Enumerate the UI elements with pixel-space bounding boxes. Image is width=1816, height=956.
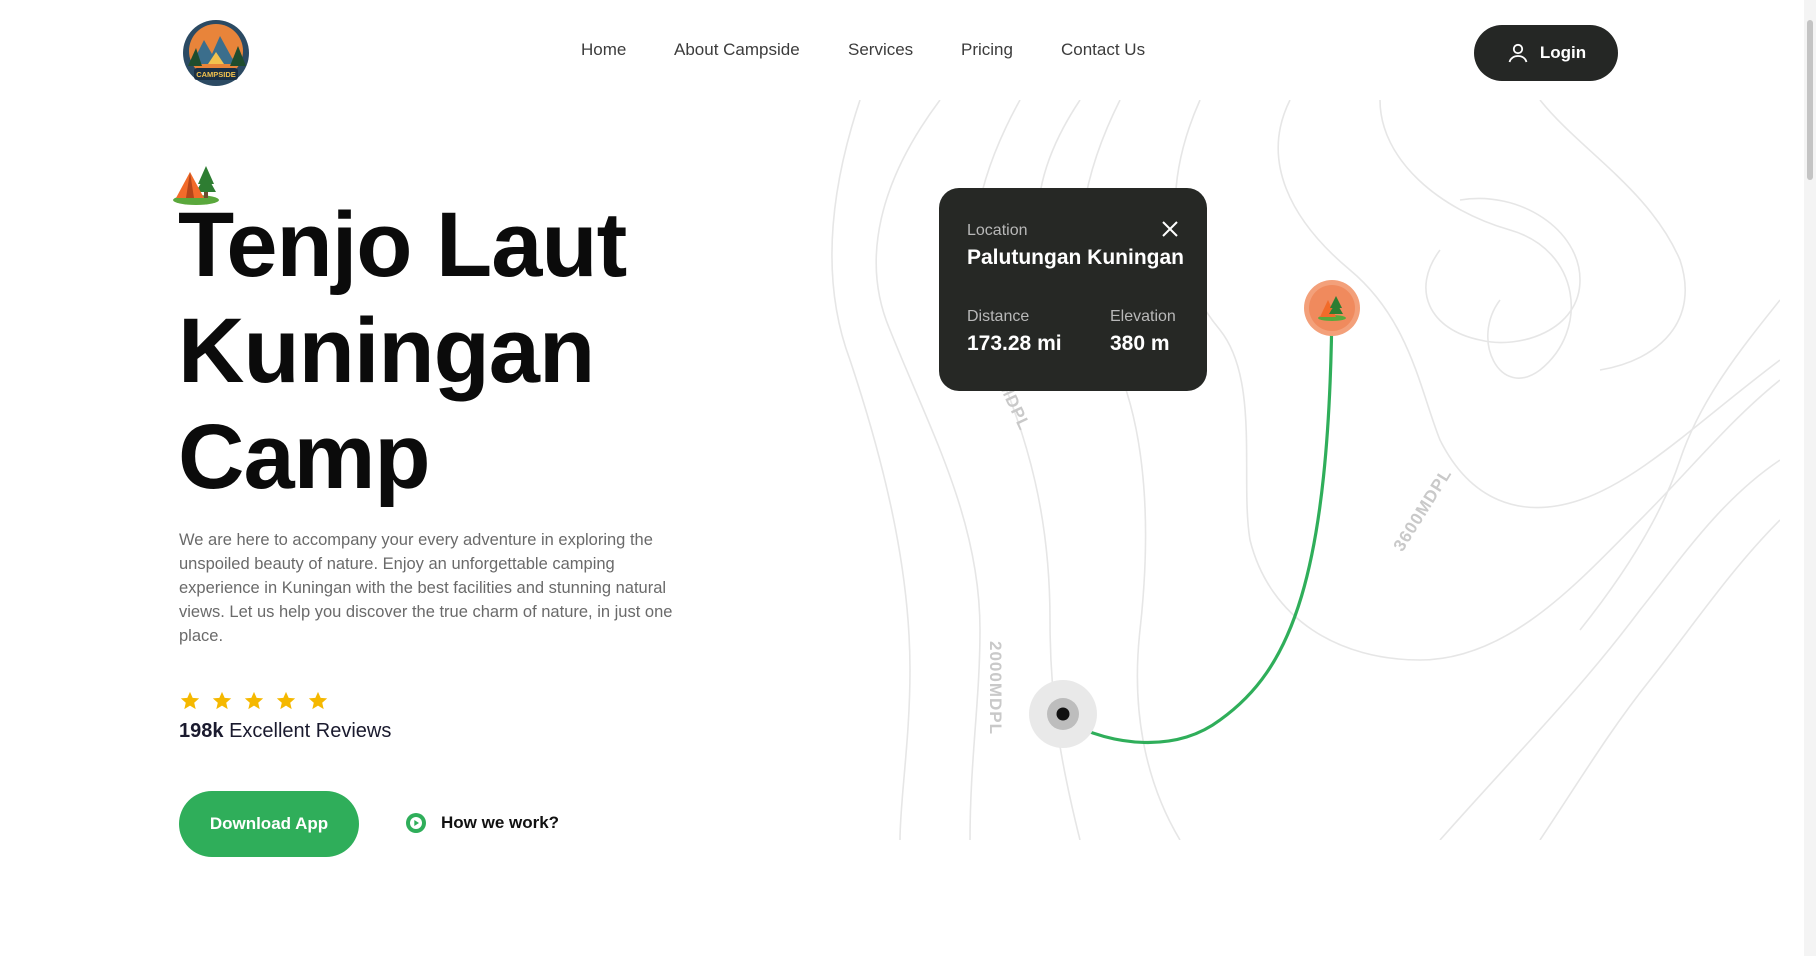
hero-title-line: Kuningan: [178, 300, 595, 402]
download-app-button[interactable]: Download App: [179, 791, 359, 857]
distance-label: Distance: [967, 308, 1030, 325]
elevation-value: 380 m: [1110, 332, 1170, 355]
nav-pricing[interactable]: Pricing: [961, 40, 1013, 60]
star-rating: [179, 690, 329, 712]
star-icon: [212, 691, 232, 710]
review-count: 198k: [179, 720, 224, 742]
logo-text: CAMPSIDE: [196, 70, 236, 79]
hero-description: We are here to accompany your every adve…: [179, 531, 673, 645]
start-marker[interactable]: [1056, 707, 1070, 721]
nav-contact[interactable]: Contact Us: [1061, 40, 1145, 60]
nav-about[interactable]: About Campside: [674, 40, 800, 60]
user-icon: [1508, 43, 1528, 63]
elevation-label: Elevation: [1110, 308, 1176, 325]
distance-value: 173.28 mi: [967, 332, 1062, 355]
hero-title: Tenjo Laut Kuningan Camp: [178, 192, 627, 510]
login-label: Login: [1539, 43, 1587, 62]
how-we-work-link[interactable]: How we work?: [405, 812, 559, 834]
page-scrollbar[interactable]: [1804, 0, 1816, 956]
location-card: Location Palutungan Kuningan Distance 17…: [939, 188, 1207, 391]
campside-logo[interactable]: CAMPSIDE: [180, 18, 252, 88]
star-icon: [244, 691, 264, 710]
nav-home[interactable]: Home: [581, 40, 626, 60]
scrollbar-thumb[interactable]: [1807, 20, 1813, 180]
how-we-work-label: How we work?: [441, 813, 560, 832]
nav-services[interactable]: Services: [848, 40, 913, 60]
location-label: Location: [967, 222, 1028, 239]
location-value: Palutungan Kuningan: [967, 246, 1184, 269]
hero-title-line: Tenjo Laut: [178, 194, 627, 296]
review-label: Excellent Reviews: [229, 720, 392, 742]
star-icon: [180, 691, 200, 710]
star-icon: [308, 691, 328, 710]
contour-label: 2000MDPL: [985, 641, 1005, 735]
hero-title-line: Camp: [178, 406, 431, 508]
star-icon: [276, 691, 296, 710]
review-summary: 198k Excellent Reviews: [179, 720, 391, 743]
play-icon: [406, 813, 426, 833]
login-button[interactable]: Login: [1474, 25, 1618, 81]
close-icon[interactable]: [1161, 220, 1179, 238]
